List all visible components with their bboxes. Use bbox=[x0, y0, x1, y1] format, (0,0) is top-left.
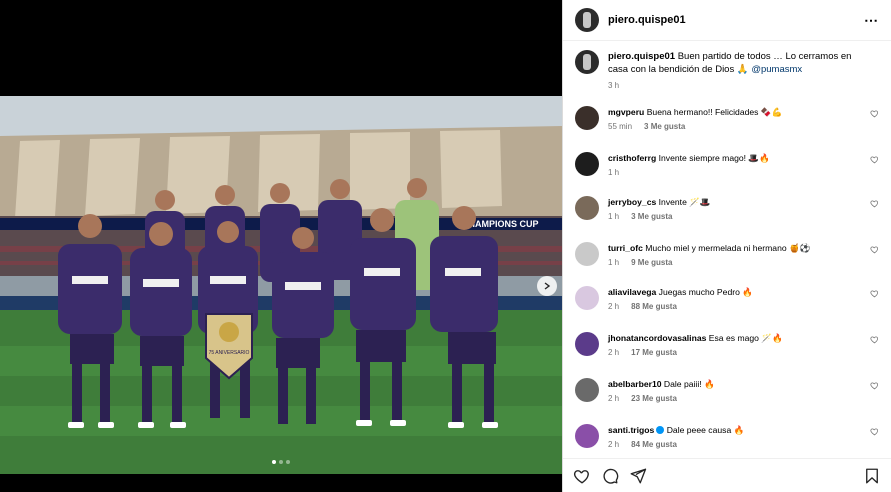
comment-text: Juegas mucho Pedro 🔥 bbox=[658, 287, 753, 297]
commenter-avatar[interactable] bbox=[575, 106, 599, 130]
comment-likes-count[interactable]: 23 Me gusta bbox=[631, 393, 677, 405]
commenter-username[interactable]: jerryboy_cs bbox=[608, 197, 656, 207]
heart-icon[interactable] bbox=[573, 467, 591, 485]
comment-likes-count[interactable]: 3 Me gusta bbox=[631, 211, 672, 223]
comment-likes-count[interactable]: 84 Me gusta bbox=[631, 439, 677, 451]
comment-time: 2 h bbox=[608, 348, 620, 357]
comment-likes-count[interactable]: 9 Me gusta bbox=[631, 257, 672, 269]
commenter-avatar[interactable] bbox=[575, 152, 599, 176]
comment-item: santi.trigos Dale peee causa 🔥 2 h 84 Me g… bbox=[575, 424, 883, 451]
chevron-right-icon bbox=[544, 282, 551, 290]
comment-like-heart-icon[interactable] bbox=[870, 289, 879, 298]
more-options-icon[interactable]: ⋯ bbox=[864, 12, 879, 29]
comment-likes-count[interactable]: 88 Me gusta bbox=[631, 301, 677, 313]
comment-item: turri_ofc Mucho miel y mermelada ni herm… bbox=[575, 242, 883, 269]
comment-item: abelbarber10 Dale paiii! 🔥 2 h 23 Me gusta bbox=[575, 378, 883, 405]
commenter-username[interactable]: mgvperu bbox=[608, 107, 644, 117]
comment-time: 2 h bbox=[608, 302, 620, 311]
comment-time: 1 h bbox=[608, 212, 620, 221]
comment-text: Dale paiii! 🔥 bbox=[663, 379, 715, 389]
caption-mention[interactable]: @pumasmx bbox=[751, 64, 802, 75]
caption-time: 3 h bbox=[608, 81, 620, 90]
comment-text: Buena hermano!! Felicidades 🍫💪 bbox=[646, 107, 783, 117]
post-actions-bar bbox=[563, 458, 891, 492]
comment-like-heart-icon[interactable] bbox=[870, 155, 879, 164]
comment-text: Dale peee causa 🔥 bbox=[666, 425, 745, 435]
commenter-username[interactable]: santi.trigos bbox=[608, 425, 654, 435]
author-avatar[interactable] bbox=[575, 8, 599, 32]
comment-text: Mucho miel y mermelada ni hermano 🍯⚽ bbox=[645, 243, 811, 253]
post-header: piero.quispe01 ⋯ bbox=[563, 0, 891, 41]
comment-item: jerryboy_cs Invente 🪄🎩 1 h 3 Me gusta bbox=[575, 196, 883, 223]
carousel-dot bbox=[279, 460, 283, 464]
comment-time: 2 h bbox=[608, 394, 620, 403]
verified-badge-icon bbox=[656, 426, 665, 434]
commenter-avatar[interactable] bbox=[575, 196, 599, 220]
post-side-panel: piero.quispe01 ⋯ piero.quispe01 Buen par… bbox=[562, 0, 891, 492]
comment-like-heart-icon[interactable] bbox=[870, 245, 879, 254]
comment-time: 1 h bbox=[608, 258, 620, 267]
team-photo[interactable]: CHAMPIONS CUP 75 ANIVERSARIO bbox=[0, 96, 562, 474]
commenter-avatar[interactable] bbox=[575, 332, 599, 356]
comment-time: 1 h bbox=[608, 168, 620, 177]
comment-like-heart-icon[interactable] bbox=[870, 381, 879, 390]
commenter-username[interactable]: cristhoferrg bbox=[608, 153, 656, 163]
caption-avatar[interactable] bbox=[575, 50, 599, 74]
comment-like-heart-icon[interactable] bbox=[870, 199, 879, 208]
instagram-post-view: CHAMPIONS CUP 75 ANIVERSARIO piero.quisp… bbox=[0, 0, 891, 492]
commenter-avatar[interactable] bbox=[575, 286, 599, 310]
comment-item: aliavilavega Juegas mucho Pedro 🔥 2 h 88 M… bbox=[575, 286, 883, 313]
commenter-avatar[interactable] bbox=[575, 378, 599, 402]
comment-text: Esa es mago 🪄🔥 bbox=[708, 333, 783, 343]
post-caption: piero.quispe01 Buen partido de todos … L… bbox=[563, 50, 891, 92]
comment-like-heart-icon[interactable] bbox=[870, 335, 879, 344]
carousel-next-button[interactable] bbox=[537, 276, 557, 296]
pennant-text: 75 ANIVERSARIO bbox=[209, 350, 250, 356]
commenter-username[interactable]: abelbarber10 bbox=[608, 379, 662, 389]
author-username[interactable]: piero.quispe01 bbox=[608, 14, 686, 26]
carousel-dot bbox=[286, 460, 290, 464]
post-media: CHAMPIONS CUP 75 ANIVERSARIO bbox=[0, 0, 562, 492]
comment-time: 55 min bbox=[608, 122, 633, 131]
comment-item: cristhoferrg Invente siempre mago! 🎩🔥 1 h bbox=[575, 152, 883, 179]
comment-text: Invente 🪄🎩 bbox=[658, 197, 711, 207]
comment-item: mgvperu Buena hermano!! Felicidades 🍫💪 55… bbox=[575, 106, 883, 133]
share-icon[interactable] bbox=[629, 467, 647, 485]
comment-likes-count[interactable]: 3 Me gusta bbox=[644, 121, 685, 133]
commenter-username[interactable]: jhonatancordovasalinas bbox=[608, 333, 706, 343]
comment-text: Invente siempre mago! 🎩🔥 bbox=[658, 153, 770, 163]
team-photo-illustration: CHAMPIONS CUP 75 ANIVERSARIO bbox=[0, 96, 562, 474]
commenter-username[interactable]: turri_ofc bbox=[608, 243, 643, 253]
comment-like-heart-icon[interactable] bbox=[870, 109, 879, 118]
comment-icon[interactable] bbox=[601, 467, 619, 485]
comment-like-heart-icon[interactable] bbox=[870, 427, 879, 436]
commenter-avatar[interactable] bbox=[575, 242, 599, 266]
caption-username[interactable]: piero.quispe01 bbox=[608, 51, 675, 62]
comment-time: 2 h bbox=[608, 440, 620, 449]
comments-list[interactable]: piero.quispe01 Buen partido de todos … L… bbox=[563, 50, 891, 460]
comment-item: jhonatancordovasalinas Esa es mago 🪄🔥 2 h… bbox=[575, 332, 883, 359]
commenter-username[interactable]: aliavilavega bbox=[608, 287, 656, 297]
bookmark-icon[interactable] bbox=[863, 467, 881, 485]
commenter-avatar[interactable] bbox=[575, 424, 599, 448]
comment-likes-count[interactable]: 17 Me gusta bbox=[631, 347, 677, 359]
carousel-indicator bbox=[0, 460, 562, 464]
carousel-dot bbox=[272, 460, 276, 464]
